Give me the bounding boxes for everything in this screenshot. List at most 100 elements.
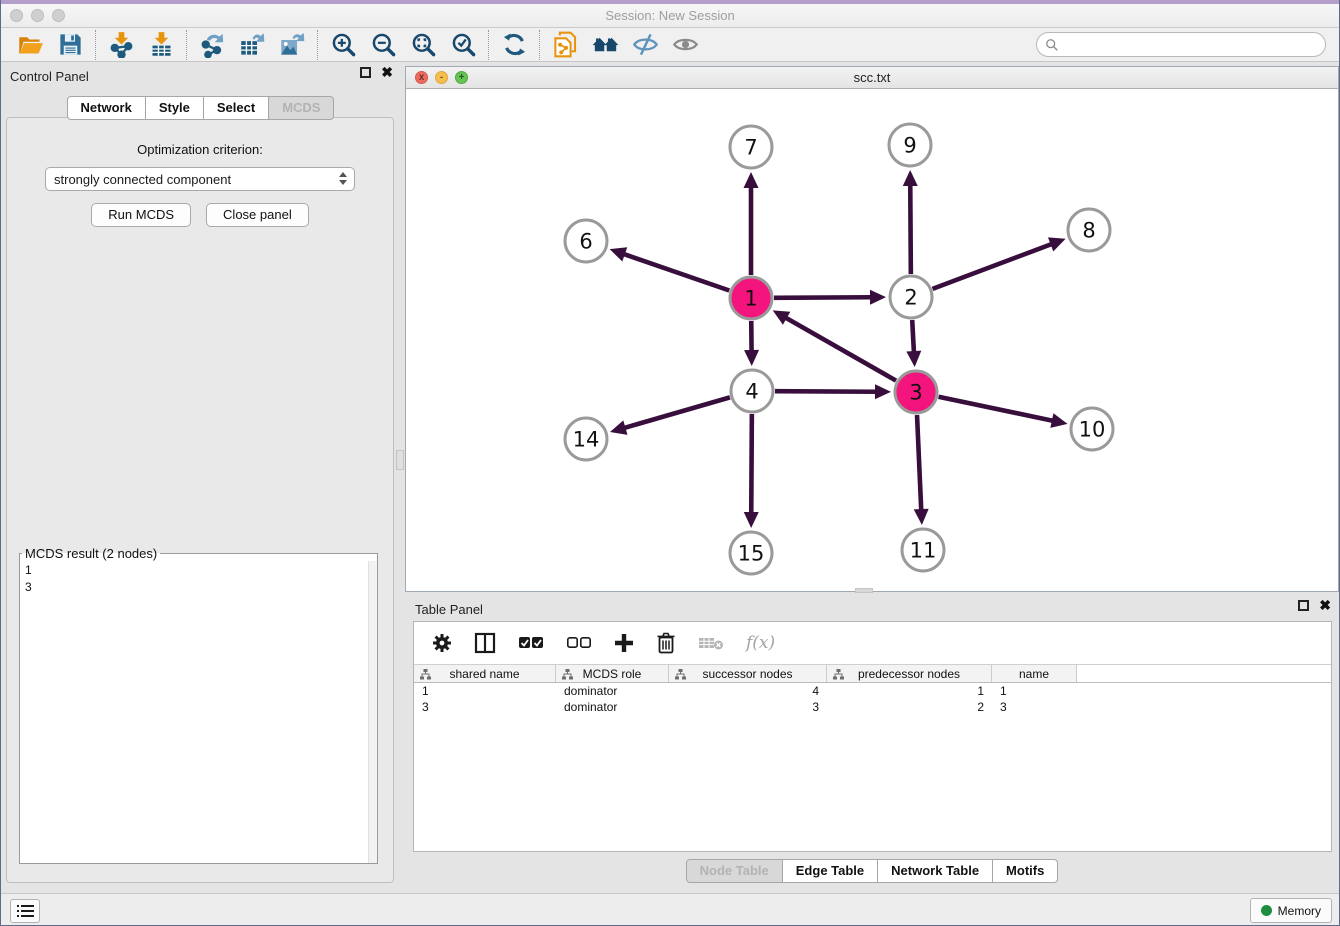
column-header-shared-name[interactable]: shared name — [414, 665, 556, 682]
memory-button[interactable]: Memory — [1250, 898, 1332, 923]
toolbar-separator — [95, 30, 96, 60]
table-settings-button[interactable] — [432, 633, 452, 653]
column-header-MCDS-role[interactable]: MCDS role — [556, 665, 669, 682]
cell-predecessor-nodes[interactable]: 2 — [827, 699, 992, 715]
gear-icon — [432, 633, 452, 653]
close-table-panel-icon[interactable]: ✖ — [1319, 600, 1331, 611]
tab-style[interactable]: Style — [146, 96, 204, 120]
table-row[interactable]: 3dominator323 — [414, 699, 1331, 715]
run-mcds-button[interactable]: Run MCDS — [91, 203, 191, 227]
criterion-dropdown[interactable]: strongly connected component — [45, 167, 355, 191]
cell-shared-name[interactable]: 1 — [414, 683, 556, 699]
search-field[interactable] — [1036, 32, 1326, 57]
import-network-icon — [108, 31, 135, 58]
edge-2-3[interactable] — [912, 320, 914, 353]
export-network-button[interactable] — [192, 30, 232, 60]
column-header-successor-nodes[interactable]: successor nodes — [669, 665, 827, 682]
hide-details-button[interactable] — [625, 30, 665, 60]
table-row[interactable]: 1dominator411 — [414, 683, 1331, 699]
edge-3-1[interactable] — [785, 317, 896, 380]
tab-network-table[interactable]: Network Table — [878, 859, 993, 883]
network-canvas[interactable]: 7968124314101511 — [406, 89, 1338, 591]
node-label-1: 1 — [744, 287, 757, 311]
network-title: scc.txt — [406, 70, 1338, 85]
add-row-button[interactable] — [614, 633, 634, 653]
edge-4-15[interactable] — [751, 414, 752, 514]
eye-slash-icon — [632, 31, 659, 58]
delete-table-button[interactable] — [698, 635, 724, 651]
node-label-7: 7 — [744, 136, 757, 160]
cell-shared-name[interactable]: 3 — [414, 699, 556, 715]
show-details-button[interactable] — [665, 30, 705, 60]
checked-boxes-icon — [518, 636, 544, 650]
node-label-4: 4 — [745, 380, 758, 404]
import-network-button[interactable] — [101, 30, 141, 60]
select-all-columns-button[interactable] — [518, 636, 544, 650]
cell-MCDS-role[interactable]: dominator — [556, 699, 669, 715]
task-history-button[interactable] — [10, 899, 40, 923]
tab-node-table[interactable]: Node Table — [686, 859, 783, 883]
edge-1-6[interactable] — [623, 254, 729, 291]
hierarchy-icon — [833, 669, 844, 680]
edge-4-3[interactable] — [775, 391, 877, 392]
delete-row-button[interactable] — [656, 632, 676, 654]
refresh-icon — [501, 31, 528, 58]
home-button[interactable] — [585, 30, 625, 60]
table-tabs: Node TableEdge TableNetwork TableMotifs — [405, 859, 1339, 883]
cell-name[interactable]: 1 — [992, 683, 1077, 699]
vertical-splitter-handle[interactable] — [396, 450, 404, 470]
cell-MCDS-role[interactable]: dominator — [556, 683, 669, 699]
zoom-out-button[interactable] — [363, 30, 403, 60]
cell-name[interactable]: 3 — [992, 699, 1077, 715]
edge-3-11[interactable] — [917, 415, 921, 511]
unselect-all-columns-button[interactable] — [566, 636, 592, 650]
zoom-in-button[interactable] — [323, 30, 363, 60]
network-graph[interactable]: 7968124314101511 — [406, 89, 1338, 591]
import-table-button[interactable] — [141, 30, 181, 60]
memory-status-icon — [1261, 905, 1272, 916]
float-panel-icon[interactable] — [360, 67, 371, 78]
control-panel-tabs: NetworkStyleSelectMCDS — [0, 96, 401, 120]
horizontal-splitter-handle[interactable] — [855, 588, 873, 593]
edge-1-2[interactable] — [774, 297, 872, 298]
tab-edge-table[interactable]: Edge Table — [783, 859, 878, 883]
tab-network[interactable]: Network — [67, 96, 146, 120]
table-header-row: shared name MCDS rolesuccessor nodesprede… — [414, 664, 1331, 683]
save-session-button[interactable] — [50, 30, 90, 60]
cell-successor-nodes[interactable]: 3 — [669, 699, 827, 715]
arrowhead-icon — [1048, 237, 1066, 251]
open-session-button[interactable] — [10, 30, 50, 60]
hierarchy-icon — [562, 669, 573, 680]
edge-4-14[interactable] — [623, 397, 729, 428]
function-builder-button[interactable]: f(x) — [746, 633, 775, 653]
search-input[interactable] — [1064, 38, 1314, 52]
toggle-panes-button[interactable] — [474, 632, 496, 654]
edge-3-10[interactable] — [939, 397, 1054, 421]
cell-successor-nodes[interactable]: 4 — [669, 683, 827, 699]
export-table-button[interactable] — [232, 30, 272, 60]
refresh-button[interactable] — [494, 30, 534, 60]
float-table-panel-icon[interactable] — [1298, 600, 1309, 611]
column-header-name[interactable]: name — [992, 665, 1077, 682]
split-panes-icon — [474, 632, 496, 654]
export-image-button[interactable] — [272, 30, 312, 60]
cell-predecessor-nodes[interactable]: 1 — [827, 683, 992, 699]
tab-motifs[interactable]: Motifs — [993, 859, 1058, 883]
tab-mcds[interactable]: MCDS — [269, 96, 334, 120]
plus-icon — [614, 633, 634, 653]
edge-2-8[interactable] — [933, 244, 1053, 289]
edge-2-9[interactable] — [910, 184, 911, 274]
column-label: shared name — [449, 667, 519, 681]
close-panel-button[interactable]: Close panel — [206, 203, 309, 227]
mcds-result-title: MCDS result (2 nodes) — [22, 546, 160, 561]
tab-select[interactable]: Select — [204, 96, 269, 120]
zoom-selected-button[interactable] — [443, 30, 483, 60]
node-label-3: 3 — [909, 381, 922, 405]
network-from-file-button[interactable] — [545, 30, 585, 60]
close-panel-icon[interactable]: ✖ — [381, 67, 393, 78]
export-network-icon — [199, 31, 226, 58]
network-window-titlebar[interactable]: x - + scc.txt — [406, 67, 1338, 89]
column-header-predecessor-nodes[interactable]: predecessor nodes — [827, 665, 992, 682]
result-scrollbar[interactable] — [368, 561, 377, 863]
zoom-fit-button[interactable] — [403, 30, 443, 60]
